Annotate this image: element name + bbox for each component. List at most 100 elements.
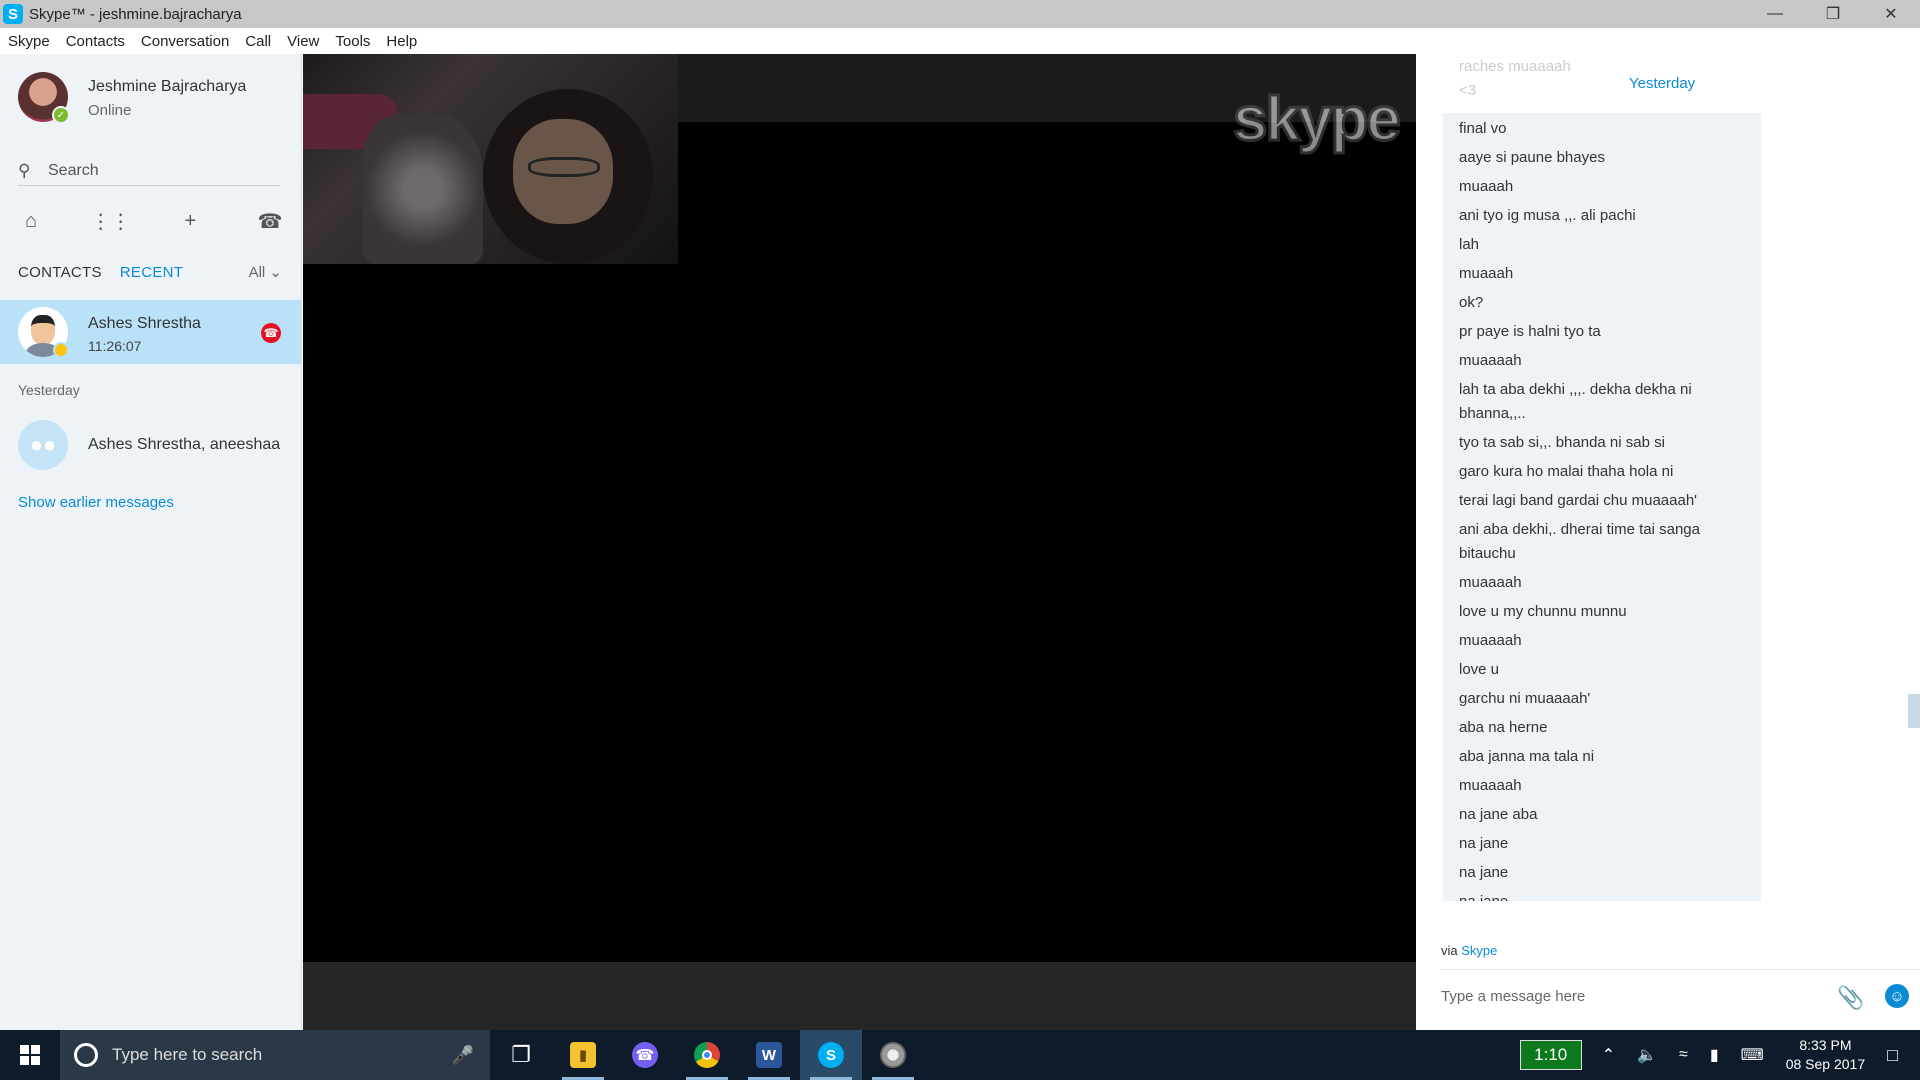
message[interactable]: muaaaah xyxy=(1443,571,1761,595)
message[interactable]: final vo xyxy=(1443,117,1761,141)
taskbar-search-input[interactable]: Type here to search xyxy=(112,1045,262,1065)
microphone-icon[interactable]: 🎤 xyxy=(452,1045,474,1066)
message[interactable]: garo kura ho malai thaha hola ni xyxy=(1443,460,1761,484)
message-input[interactable]: Type a message here xyxy=(1441,988,1585,1005)
date-header: Yesterday xyxy=(1629,75,1696,92)
battery-icon[interactable]: ▮ xyxy=(1710,1045,1719,1065)
message[interactable]: muaaaah xyxy=(1443,629,1761,653)
menu-conversation[interactable]: Conversation xyxy=(141,33,229,50)
menu-help[interactable]: Help xyxy=(386,33,417,50)
file-explorer-icon[interactable]: ▮ xyxy=(552,1030,614,1080)
message[interactable]: pr paye is halni tyo ta xyxy=(1443,320,1761,344)
user-profile[interactable]: ✓ Jeshmine Bajracharya Online xyxy=(18,72,246,124)
menu-contacts[interactable]: Contacts xyxy=(66,33,125,50)
wifi-icon[interactable]: ≈ xyxy=(1679,1046,1688,1064)
window-controls: — ❐ ✕ xyxy=(1746,0,1920,28)
filter-dropdown[interactable]: All ⌄ xyxy=(249,263,282,281)
start-button[interactable] xyxy=(0,1030,60,1080)
message[interactable]: lah ta aba dekhi ,,,. dekha dekha ni bha… xyxy=(1443,378,1761,426)
via-skype-link[interactable]: Skype xyxy=(1461,943,1497,958)
menu-call[interactable]: Call xyxy=(245,33,271,50)
message[interactable]: na jane xyxy=(1443,890,1761,901)
minimize-button[interactable]: — xyxy=(1746,0,1804,28)
chevron-up-icon[interactable]: ⌃ xyxy=(1602,1045,1615,1065)
search-box[interactable]: ⚲ Search xyxy=(18,156,280,186)
skype-taskbar-icon[interactable]: S xyxy=(800,1030,862,1080)
chevron-down-icon: ⌄ xyxy=(269,264,282,281)
recent-item-active-call[interactable]: Ashes Shrestha 11:26:07 ☎ xyxy=(0,300,301,364)
profile-name: Jeshmine Bajracharya xyxy=(88,78,247,95)
contact-name: Ashes Shrestha xyxy=(88,315,201,332)
message[interactable]: na jane aba xyxy=(1443,803,1761,827)
message[interactable]: muaaah xyxy=(1443,175,1761,199)
restore-button[interactable]: ❐ xyxy=(1804,0,1862,28)
chat-panel: raches muaaaah <3 Yesterday final vo aay… xyxy=(1417,54,1920,1030)
message[interactable]: ani aba dekhi,. dherai time tai sanga bi… xyxy=(1443,518,1761,566)
close-button[interactable]: ✕ xyxy=(1862,0,1920,28)
search-icon: ⚲ xyxy=(18,160,31,180)
recent-item-group[interactable]: ●● Ashes Shrestha, aneeshaa xyxy=(18,420,280,470)
emoticon-icon[interactable]: ☺ xyxy=(1885,984,1909,1008)
profile-status[interactable]: Online xyxy=(88,102,131,119)
group-name: Ashes Shrestha, aneeshaa xyxy=(88,436,281,453)
word-icon[interactable]: W xyxy=(738,1030,800,1080)
message[interactable]: aaye si paune bhayes xyxy=(1443,146,1761,170)
self-view-video[interactable] xyxy=(303,54,678,264)
windows-logo-icon xyxy=(20,1045,40,1065)
show-earlier-messages-link[interactable]: Show earlier messages xyxy=(18,494,174,511)
add-icon[interactable]: + xyxy=(177,208,203,234)
hang-up-icon[interactable]: ☎ xyxy=(261,323,281,343)
skype-logo-watermark: skype xyxy=(1232,84,1403,156)
message[interactable]: aba janna ma tala ni xyxy=(1443,745,1761,769)
message[interactable]: terai lagi band gardai chu muaaaah' xyxy=(1443,489,1761,513)
dialpad-icon[interactable]: ⋮⋮ xyxy=(91,208,131,234)
message[interactable]: tyo ta sab si,,. bhanda ni sab si xyxy=(1443,431,1761,455)
task-view-icon[interactable]: ❐ xyxy=(490,1030,552,1080)
sidebar-toolbar: ⌂ ⋮⋮ + ☎ xyxy=(18,206,283,236)
tab-recent[interactable]: RECENT xyxy=(120,264,183,281)
window-title: Skype™ - jeshmine.bajracharya xyxy=(29,5,242,23)
message-list[interactable]: final vo aaye si paune bhayes muaaah ani… xyxy=(1443,113,1761,901)
message[interactable]: na jane xyxy=(1443,832,1761,856)
message[interactable]: lah xyxy=(1443,233,1761,257)
menu-view[interactable]: View xyxy=(287,33,319,50)
message[interactable]: na jane xyxy=(1443,861,1761,885)
message[interactable]: muaaaah xyxy=(1443,349,1761,373)
cortana-circle-icon xyxy=(74,1043,98,1067)
call-controls-bar[interactable] xyxy=(303,962,1416,1030)
attach-paperclip-icon[interactable]: 📎 xyxy=(1837,985,1864,1011)
search-input[interactable]: Search xyxy=(48,162,99,180)
message[interactable]: garchu ni muaaaah' xyxy=(1443,687,1761,711)
title-bar: S Skype™ - jeshmine.bajracharya — ❐ ✕ xyxy=(0,0,1920,28)
message[interactable]: muaaah xyxy=(1443,262,1761,286)
notification-center-icon[interactable]: □ xyxy=(1887,1045,1898,1066)
message[interactable]: love u my chunnu munnu xyxy=(1443,600,1761,624)
message[interactable]: aba na herne xyxy=(1443,716,1761,740)
chat-scrollbar[interactable] xyxy=(1908,694,1920,728)
media-player-icon[interactable] xyxy=(862,1030,924,1080)
system-clock[interactable]: 8:33 PM 08 Sep 2017 xyxy=(1786,1036,1865,1074)
away-clock-icon xyxy=(53,342,69,358)
volume-icon[interactable]: 🔈 xyxy=(1637,1045,1657,1065)
avatar[interactable]: ✓ xyxy=(18,72,70,124)
faded-message: <3 xyxy=(1459,82,1477,99)
tab-contacts[interactable]: CONTACTS xyxy=(18,264,102,281)
taskbar-search[interactable]: Type here to search 🎤 xyxy=(60,1030,490,1080)
via-skype-note: via Skype xyxy=(1441,943,1497,958)
chrome-icon[interactable] xyxy=(676,1030,738,1080)
contact-tabs: CONTACTS RECENT All ⌄ xyxy=(18,260,282,284)
filter-label: All xyxy=(248,264,266,281)
menu-tools[interactable]: Tools xyxy=(335,33,370,50)
message[interactable]: love u xyxy=(1443,658,1761,682)
sidebar: ✓ Jeshmine Bajracharya Online ⚲ Search ⌂… xyxy=(0,54,302,1030)
message[interactable]: muaaaah xyxy=(1443,774,1761,798)
home-icon[interactable]: ⌂ xyxy=(18,208,44,234)
message[interactable]: ani tyo ig musa ,,. ali pachi xyxy=(1443,204,1761,228)
keyboard-icon[interactable]: ⌨ xyxy=(1741,1045,1764,1065)
viber-icon[interactable]: ☎ xyxy=(614,1030,676,1080)
call-timer-badge[interactable]: 1:10 xyxy=(1519,1040,1582,1070)
menu-skype[interactable]: Skype xyxy=(8,33,50,50)
call-phone-icon[interactable]: ☎ xyxy=(257,208,283,234)
message[interactable]: ok? xyxy=(1443,291,1761,315)
video-call-area[interactable]: skype xyxy=(303,54,1416,1030)
